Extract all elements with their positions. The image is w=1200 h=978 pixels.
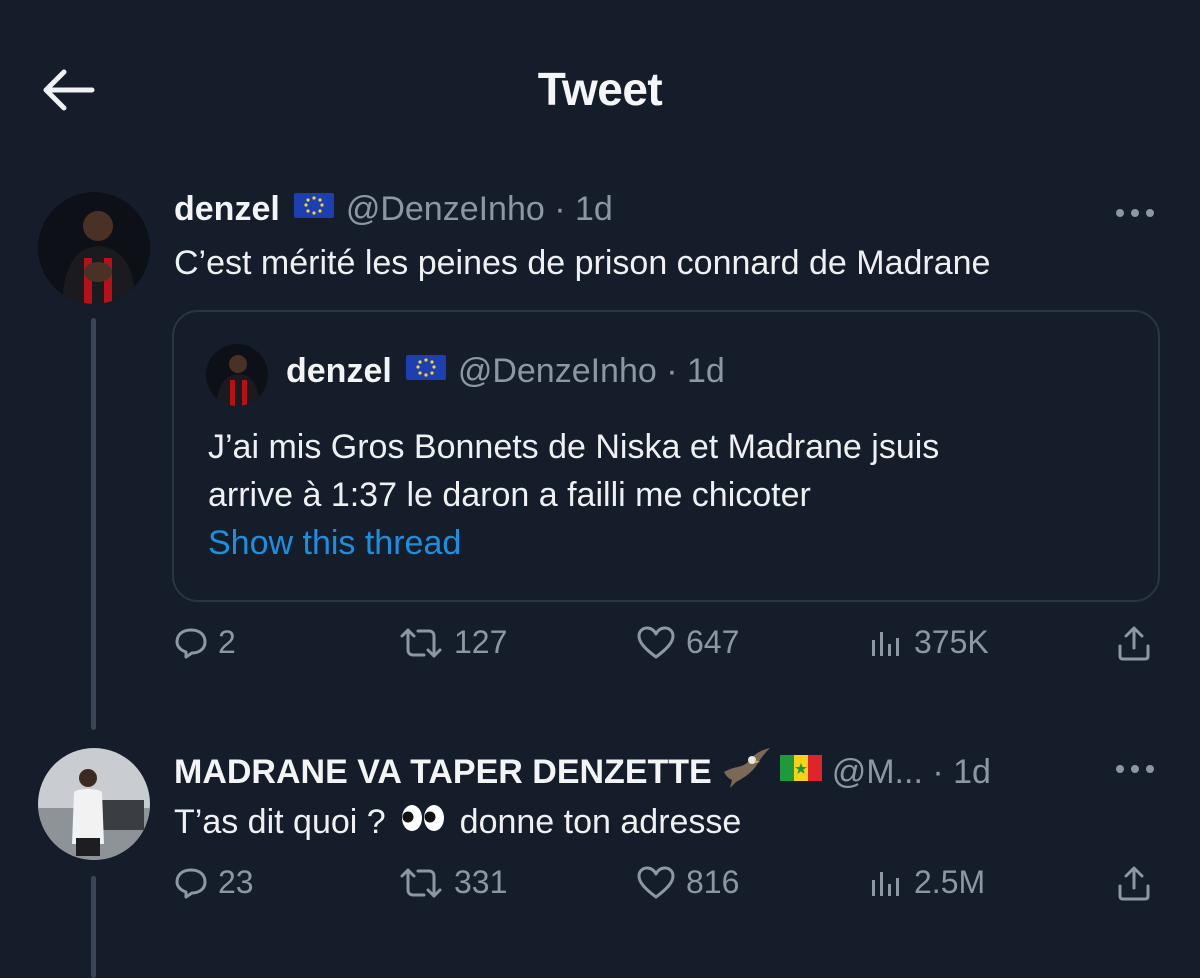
reply-reply-button[interactable]: 23 <box>174 864 254 901</box>
reply-retweet-count: 331 <box>454 864 508 900</box>
reply-icon <box>175 628 207 658</box>
share-icon <box>1118 866 1150 901</box>
reply-retweet-button[interactable]: 331 <box>398 864 507 901</box>
like-count: 647 <box>686 624 740 660</box>
reply-author-handle[interactable]: @M... · 1d <box>832 753 991 792</box>
eyes-emoji-icon <box>400 802 446 843</box>
retweet-count: 127 <box>454 624 508 660</box>
heart-icon <box>637 626 675 658</box>
tweet-actions: 2 127 647 375K <box>0 624 1200 674</box>
more-options-button[interactable] <box>1110 198 1160 228</box>
reply-icon <box>175 868 207 898</box>
retweet-icon <box>400 868 442 897</box>
reply-like-count: 816 <box>686 864 740 900</box>
reply-views-button[interactable]: 2.5M <box>868 864 985 901</box>
reply-count: 2 <box>218 624 236 660</box>
quote-text-line-1: J’ai mis Gros Bonnets de Niska et Madran… <box>208 428 940 466</box>
reply-text: T’as dit quoi ? donne ton adresse <box>174 802 741 843</box>
reply-text-after: donne ton adresse <box>459 803 742 841</box>
share-icon <box>1118 626 1150 661</box>
retweet-button[interactable]: 127 <box>398 624 507 661</box>
show-thread-link[interactable]: Show this thread <box>208 524 461 563</box>
reply-avatar[interactable] <box>38 748 150 860</box>
views-button[interactable]: 375K <box>868 624 989 661</box>
eu-flag-icon <box>292 190 336 229</box>
like-button[interactable]: 647 <box>636 624 739 661</box>
reply-author-name[interactable]: MADRANE VA TAPER DENZETTE <box>174 753 712 792</box>
views-count: 375K <box>914 624 989 660</box>
quoted-tweet-card[interactable]: denzel @DenzeInho · 1d J’ai mis Gros Bon… <box>172 310 1160 602</box>
eagle-icon <box>722 746 772 799</box>
player-photo-small <box>206 344 268 406</box>
reply-share-button[interactable] <box>1114 864 1154 904</box>
quote-header: denzel @DenzeInho · 1d <box>286 352 725 391</box>
more-icon <box>1116 209 1154 217</box>
retweet-icon <box>400 628 442 657</box>
author-name[interactable]: denzel <box>174 190 280 229</box>
player-photo <box>38 192 150 304</box>
share-button[interactable] <box>1114 624 1154 664</box>
reply-actions: 23 331 816 2.5M <box>0 864 1200 914</box>
reply-like-button[interactable]: 816 <box>636 864 739 901</box>
reply-text-before: T’as dit quoi ? <box>174 803 386 841</box>
heart-icon <box>637 866 675 898</box>
views-icon <box>872 871 899 896</box>
tweet-header: denzel @DenzeInho · 1d <box>174 190 613 229</box>
reply-views-count: 2.5M <box>914 864 986 900</box>
top-bar: Tweet <box>0 0 1200 180</box>
avatar[interactable] <box>38 192 150 304</box>
quote-author-name: denzel <box>286 352 392 390</box>
eu-flag-icon <box>404 352 448 391</box>
views-icon <box>872 631 899 656</box>
reply-more-options-button[interactable] <box>1110 754 1160 784</box>
author-handle[interactable]: @DenzeInho · 1d <box>346 190 613 229</box>
page-title: Tweet <box>537 63 663 115</box>
quote-avatar <box>206 344 268 406</box>
reply-button[interactable]: 2 <box>174 624 236 661</box>
quote-text-line-2: arrive à 1:37 le daron a failli me chico… <box>208 476 811 514</box>
reply-header: MADRANE VA TAPER DENZETTE @M... · 1d <box>174 746 991 799</box>
quote-author-handle: @DenzeInho · 1d <box>457 352 725 390</box>
more-icon <box>1116 765 1154 773</box>
tweet-text: C’est mérité les peines de prison connar… <box>174 244 991 282</box>
person-photo <box>38 748 150 860</box>
senegal-flag-icon <box>779 753 822 792</box>
reply-reply-count: 23 <box>218 864 254 900</box>
